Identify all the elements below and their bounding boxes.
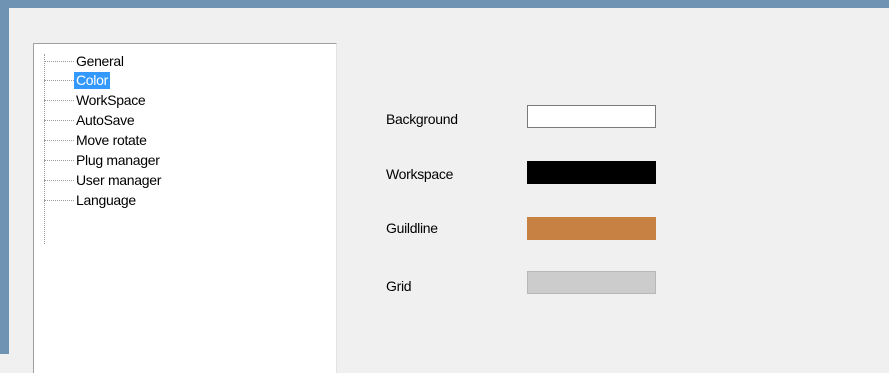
tree-item-label: Plug manager <box>76 152 160 168</box>
guideline-color-swatch[interactable] <box>527 217 656 240</box>
tree-connector-line <box>44 54 45 244</box>
guideline-label: Guildline <box>386 220 438 236</box>
tree-item-label: Move rotate <box>76 132 147 148</box>
workspace-color-swatch[interactable] <box>527 161 656 184</box>
workspace-label: Workspace <box>386 166 454 182</box>
tree-item-label: Color <box>74 72 110 89</box>
tree-item-label: AutoSave <box>76 112 135 128</box>
grid-color-swatch[interactable] <box>527 271 656 294</box>
background-label: Background <box>386 111 458 127</box>
options-window: General Color WorkSpace AutoSave Move ro… <box>0 0 889 373</box>
tree-item-label: Language <box>76 192 136 208</box>
background-color-swatch[interactable] <box>527 105 656 128</box>
options-tree[interactable]: General Color WorkSpace AutoSave Move ro… <box>33 43 337 373</box>
tree-item-label: General <box>76 53 124 69</box>
grid-label: Grid <box>386 278 412 294</box>
tree-item-label: WorkSpace <box>76 92 146 108</box>
tree-item-label: User manager <box>76 172 162 188</box>
